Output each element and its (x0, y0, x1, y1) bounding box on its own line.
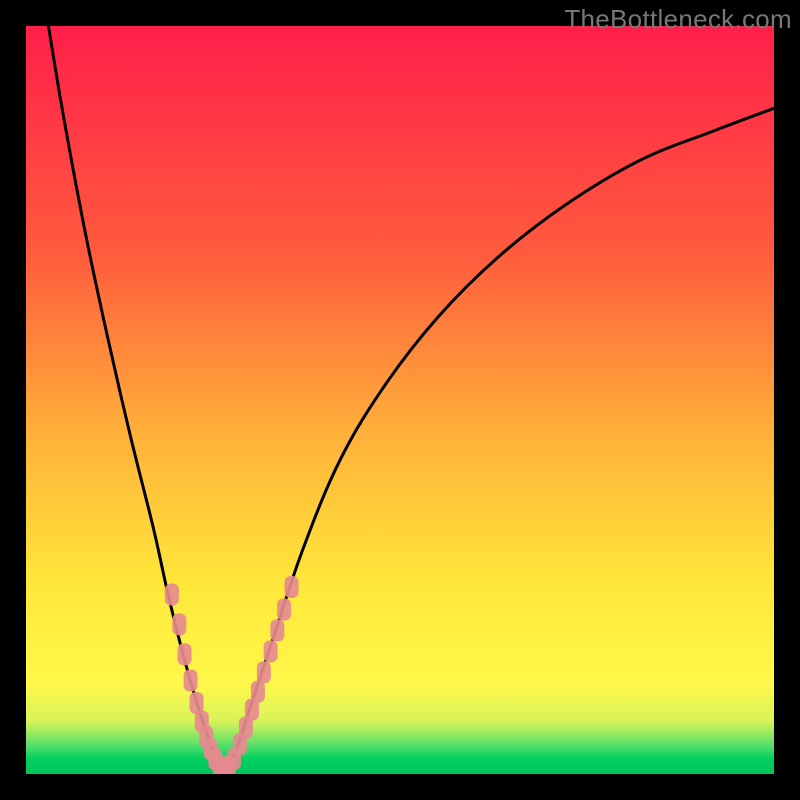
watermark-text: TheBottleneck.com (564, 4, 792, 35)
highlight-bead (285, 576, 299, 598)
curve-right-branch (220, 108, 774, 774)
chart-frame: TheBottleneck.com (0, 0, 800, 800)
highlight-bead (257, 661, 271, 683)
highlight-bead (172, 613, 186, 635)
highlight-bead (270, 619, 284, 641)
highlight-bead (178, 643, 192, 665)
highlight-bead (251, 681, 265, 703)
highlight-bead (277, 598, 291, 620)
curve-left-branch (48, 26, 220, 774)
highlight-bead (264, 640, 278, 662)
chart-overlay-svg (26, 26, 774, 774)
highlight-bead (165, 583, 179, 605)
chart-plot-area (26, 26, 774, 774)
highlight-bead (184, 670, 198, 692)
